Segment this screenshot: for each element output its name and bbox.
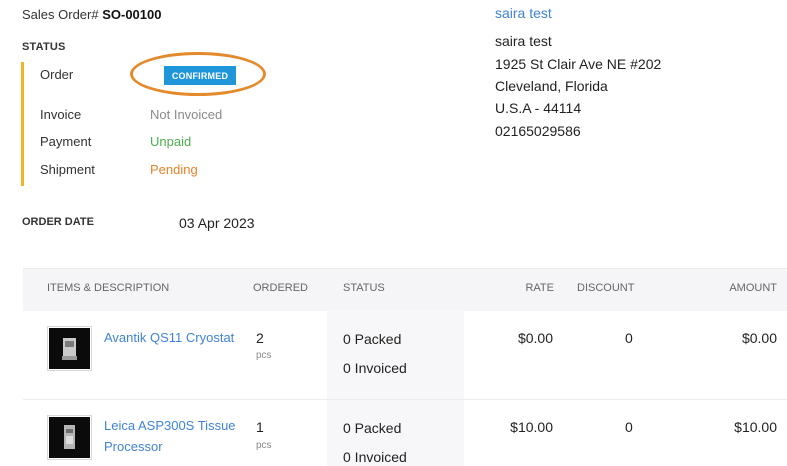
customer-name: saira test	[495, 33, 552, 49]
item-name-line-1: Leica ASP300S Tissue	[104, 418, 236, 433]
sales-order-number: SO-00100	[102, 7, 162, 22]
sales-order-title: Sales Order# SO-00100	[22, 7, 161, 22]
status-order-label: Order	[40, 67, 74, 82]
col-items-description: ITEMS & DESCRIPTION	[47, 282, 170, 294]
order-status-badge: CONFIRMED	[164, 66, 236, 85]
col-discount: DISCOUNT	[577, 282, 635, 294]
item-packed-status: 0 Packed	[343, 420, 402, 436]
item-unit: pcs	[256, 440, 272, 451]
item-thumbnail[interactable]	[47, 326, 92, 371]
item-name-link[interactable]: Avantik QS11 Cryostat	[104, 327, 234, 348]
order-date-value: 03 Apr 2023	[179, 215, 255, 231]
item-name-line-2: Processor	[104, 439, 163, 454]
col-amount: AMOUNT	[729, 282, 777, 294]
item-qty: 1	[256, 419, 264, 435]
address-line-2: Cleveland, Florida	[495, 78, 608, 94]
status-heading: STATUS	[22, 41, 66, 53]
sales-order-label: Sales Order#	[22, 7, 99, 22]
address-line-3: U.S.A - 44114	[495, 100, 582, 116]
item-thumbnail[interactable]	[47, 415, 92, 460]
item-unit: pcs	[256, 350, 272, 361]
customer-phone: 02165029586	[495, 123, 581, 139]
col-ordered: ORDERED	[253, 282, 309, 294]
item-invoiced-status: 0 Invoiced	[343, 449, 407, 465]
item-amount: $10.00	[734, 419, 777, 435]
item-rate: $0.00	[517, 330, 553, 346]
product-image-icon	[49, 417, 90, 458]
item-rate: $10.00	[510, 419, 553, 435]
customer-name-link[interactable]: saira test	[495, 5, 552, 21]
status-accent-bar	[21, 62, 24, 186]
status-payment-value: Unpaid	[150, 134, 192, 149]
status-shipment-value: Pending	[150, 162, 198, 177]
status-invoice-value: Not Invoiced	[150, 107, 223, 122]
col-rate: RATE	[525, 282, 554, 294]
row-divider	[23, 399, 787, 400]
item-invoiced-status: 0 Invoiced	[343, 360, 407, 376]
product-image-icon	[49, 328, 90, 369]
item-name-link[interactable]: Leica ASP300S Tissue Processor	[104, 415, 236, 457]
item-amount: $0.00	[741, 330, 777, 346]
item-qty: 2	[256, 330, 264, 346]
status-payment-label: Payment	[40, 134, 92, 149]
item-discount: 0	[625, 330, 633, 346]
status-invoice-label: Invoice	[40, 107, 82, 122]
order-date-label: ORDER DATE	[22, 216, 94, 228]
address-line-1: 1925 St Clair Ave NE #202	[495, 56, 662, 72]
col-status: STATUS	[343, 282, 385, 294]
status-shipment-label: Shipment	[40, 162, 95, 177]
item-discount: 0	[625, 419, 633, 435]
item-packed-status: 0 Packed	[343, 331, 402, 347]
